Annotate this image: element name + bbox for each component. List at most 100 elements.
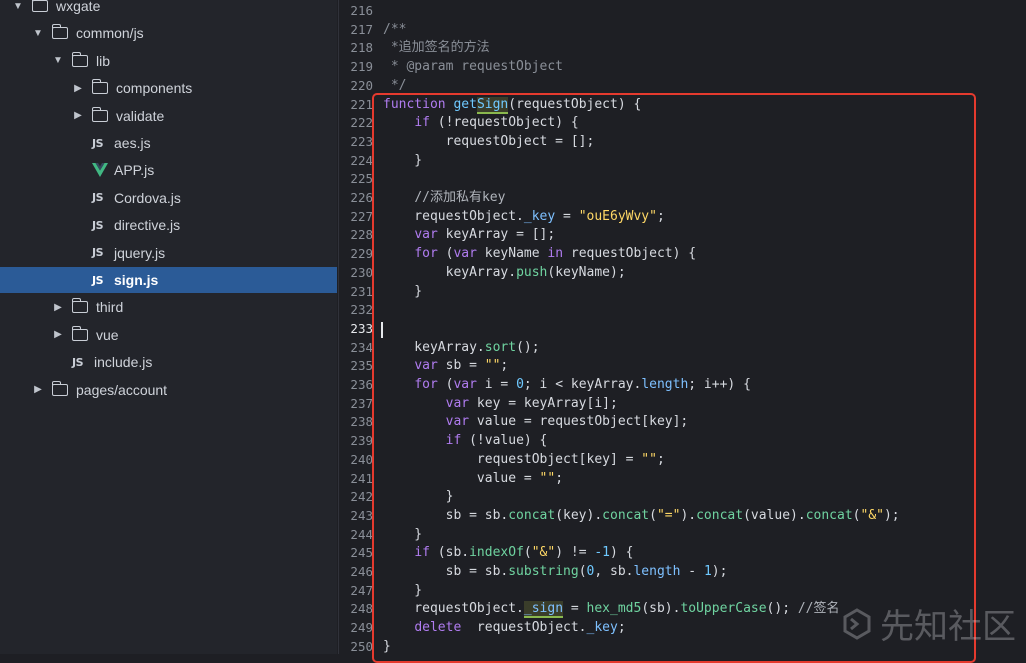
- code-token: Sign: [476, 96, 509, 114]
- code-line[interactable]: value = "";: [383, 470, 563, 489]
- code-line[interactable]: keyArray.push(keyName);: [383, 264, 626, 283]
- tree-item-wxgate[interactable]: ▼ wxgate: [0, 0, 337, 19]
- code-line[interactable]: }: [383, 526, 422, 545]
- code-line[interactable]: }: [383, 582, 422, 601]
- code-line[interactable]: var value = requestObject[key];: [383, 413, 689, 432]
- code-token: ; i < keyArray.: [523, 377, 642, 392]
- tree-item-sign-js[interactable]: JS sign.js: [0, 267, 337, 293]
- tree-item-validate[interactable]: ▶ validate: [0, 103, 337, 129]
- tree-item-label: include.js: [94, 354, 153, 371]
- tree-item-label: vue: [96, 326, 119, 343]
- code-token: , sb.: [594, 564, 634, 579]
- code-line[interactable]: var key = keyArray[i];: [383, 395, 618, 414]
- code-token: (sb.: [429, 545, 470, 561]
- code-token: (!value) {: [461, 433, 548, 449]
- tree-item-aes-js[interactable]: JS aes.js: [0, 130, 337, 156]
- code-line[interactable]: var sb = "";: [383, 357, 508, 376]
- code-line[interactable]: }: [383, 152, 422, 171]
- code-token: function: [383, 96, 454, 112]
- line-number: 234: [350, 339, 373, 355]
- code-line[interactable]: keyArray.sort();: [383, 339, 539, 358]
- chevron-right-icon[interactable]: ▶: [72, 110, 84, 122]
- code-line[interactable]: requestObject[key] = "";: [383, 451, 665, 470]
- code-token: var: [445, 414, 470, 430]
- tree-item-pages-account[interactable]: ▶ pages/account: [0, 377, 337, 403]
- chevron-down-icon[interactable]: ▼: [52, 55, 64, 67]
- code-token: requestObject.: [461, 620, 587, 636]
- code-line[interactable]: */: [383, 77, 407, 96]
- code-line[interactable]: for (var i = 0; i < keyArray.length; i++…: [383, 376, 751, 395]
- line-number: 228: [350, 227, 373, 243]
- code-line[interactable]: requestObject._key = "ouE6yWvy";: [383, 208, 665, 227]
- code-token: var: [445, 395, 470, 411]
- code-token: sort: [484, 339, 517, 355]
- code-line[interactable]: delete requestObject._key;: [383, 619, 625, 638]
- code-token: indexOf: [469, 545, 524, 561]
- code-line[interactable]: sb = sb.concat(key).concat("=").concat(v…: [383, 507, 900, 526]
- tree-item-label: jquery.js: [114, 244, 166, 261]
- code-token: value = requestObject[key];: [469, 414, 689, 430]
- code-token: (value).: [743, 507, 806, 523]
- tree-item-app-js[interactable]: APP.js: [0, 157, 337, 183]
- tree-item-label: common/js: [76, 25, 144, 42]
- line-number: 220: [350, 77, 373, 93]
- code-line[interactable]: * @param requestObject: [383, 58, 563, 77]
- code-token: ();: [766, 601, 798, 617]
- code-token: requestObject = [];: [383, 133, 595, 149]
- code-token: length: [641, 377, 689, 392]
- code-token: "": [641, 451, 657, 467]
- code-line[interactable]: *追加签名的方法: [383, 39, 490, 58]
- code-token: }: [383, 283, 423, 299]
- chevron-right-icon[interactable]: ▶: [52, 329, 64, 341]
- code-token: sb = sb.: [383, 564, 509, 579]
- chevron-right-icon[interactable]: ▶: [32, 384, 44, 396]
- code-line[interactable]: sb = sb.substring(0, sb.length - 1);: [383, 563, 728, 582]
- tree-item-directive-js[interactable]: JS directive.js: [0, 212, 337, 238]
- code-line[interactable]: requestObject = [];: [383, 133, 595, 152]
- code-line[interactable]: if (!requestObject) {: [383, 114, 578, 133]
- code-line[interactable]: if (sb.indexOf("&") != -1) {: [383, 544, 633, 563]
- folder-icon: [71, 325, 88, 341]
- line-number: 227: [350, 208, 373, 224]
- code-line[interactable]: requestObject._sign = hex_md5(sb).toUppe…: [383, 600, 840, 619]
- line-number: 224: [350, 152, 373, 168]
- line-number: 245: [350, 545, 373, 561]
- tree-item-components[interactable]: ▶ components: [0, 75, 337, 101]
- line-number: 244: [350, 526, 373, 542]
- tree-item-common-js[interactable]: ▼ common/js: [0, 20, 337, 46]
- code-line[interactable]: }: [383, 283, 422, 302]
- code-line[interactable]: //添加私有key: [383, 189, 505, 208]
- tree-item-cordova-js[interactable]: JS Cordova.js: [0, 185, 337, 211]
- code-line[interactable]: }: [383, 488, 454, 507]
- chevron-right-icon[interactable]: ▶: [72, 82, 84, 94]
- line-number: 230: [350, 264, 373, 280]
- code-line[interactable]: for (var keyName in requestObject) {: [383, 245, 696, 264]
- folder-icon: [71, 298, 88, 314]
- chevron-down-icon[interactable]: ▼: [12, 0, 24, 12]
- code-token: ;: [656, 451, 665, 467]
- tree-item-include-js[interactable]: JS include.js: [0, 349, 337, 375]
- code-token: );: [883, 507, 900, 523]
- code-line[interactable]: /**: [383, 21, 406, 40]
- tree-item-label: aes.js: [114, 135, 151, 151]
- tree-item-jquery-js[interactable]: JS jquery.js: [0, 240, 337, 266]
- code-line[interactable]: var keyArray = [];: [383, 226, 555, 245]
- tree-item-lib[interactable]: ▼ lib: [0, 48, 337, 74]
- chevron-down-icon[interactable]: ▼: [32, 27, 44, 39]
- code-token: "ouE6yWvy": [578, 208, 657, 224]
- chevron-right-icon[interactable]: ▶: [52, 301, 64, 313]
- tree-item-vue[interactable]: ▶ vue: [0, 322, 337, 348]
- code-token: substring: [508, 564, 579, 579]
- code-line[interactable]: function getSign(requestObject) {: [383, 96, 641, 115]
- code-editor[interactable]: 216 217 218 219 220 221 222 223 224 225 226 227 228 2…: [338, 0, 1026, 654]
- code-line[interactable]: if (!value) {: [383, 432, 548, 451]
- code-token: //签名: [797, 601, 840, 617]
- js-file-icon: JS: [92, 273, 104, 287]
- tree-item-third[interactable]: ▶ third: [0, 294, 337, 320]
- code-token: "": [539, 470, 556, 486]
